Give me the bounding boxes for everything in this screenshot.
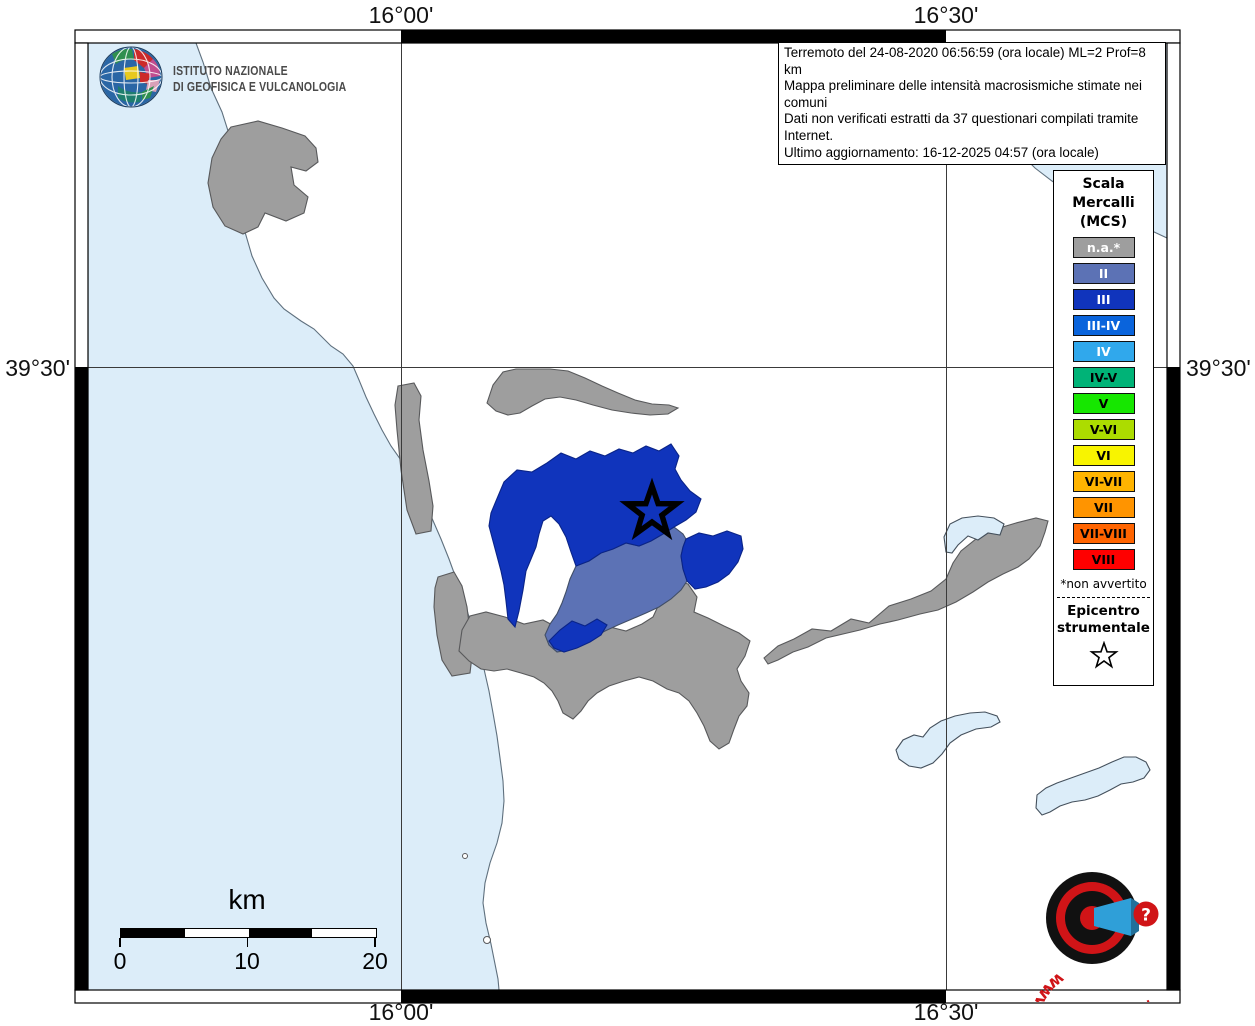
islet-small xyxy=(462,853,468,859)
scalebar-segment xyxy=(121,929,185,937)
mcs-scale-list: n.a.* II III III-IV IV IV-V V V-VI VI VI-VII VII VI… xyxy=(1054,237,1153,570)
mcs-swatch-VIII: VIII xyxy=(1072,549,1135,570)
ingv-logo-line2: DI GEOFISICA E VULCANOLOGIA xyxy=(173,80,347,94)
mcs-swatch-VII-VIII: VII-VIII xyxy=(1072,523,1135,544)
scalebar-tick xyxy=(374,938,376,947)
question-mark: ? xyxy=(1141,906,1151,926)
scalebar-segment xyxy=(312,929,376,937)
mcs-swatch-VII: VII xyxy=(1072,497,1135,518)
mcs-swatch-n.a.*: n.a.* xyxy=(1072,237,1135,258)
legend-divider xyxy=(1057,597,1150,598)
info-line-map: Mappa preliminare delle intensità macros… xyxy=(784,78,1142,110)
legend-epicenter-line1: Epicentro xyxy=(1067,603,1140,619)
scalebar-tick xyxy=(119,938,121,947)
mcs-swatch-III-IV: III-IV xyxy=(1072,315,1135,336)
mcs-swatch-V-VI: V-VI xyxy=(1072,419,1135,440)
legend-star-icon xyxy=(1088,640,1119,669)
axis-label-top-left: 16°00' xyxy=(368,2,434,28)
scalebar-tick xyxy=(246,938,249,947)
scalebar-segment xyxy=(248,929,313,937)
mcs-swatch-VI: VI xyxy=(1072,445,1135,466)
scalebar-label-0: 0 xyxy=(113,948,127,974)
scalebar-label-20: 20 xyxy=(362,948,388,974)
scalebar-label-10: 10 xyxy=(234,948,260,974)
mcs-swatch-V: V xyxy=(1072,393,1135,414)
islet-large xyxy=(483,936,491,944)
axis-label-top-right: 16°30' xyxy=(913,2,979,28)
axis-label-right: 39°30' xyxy=(1186,355,1251,381)
legend-title-line2: Mercalli xyxy=(1072,195,1135,211)
scalebar-segment xyxy=(184,929,249,937)
info-line-event: Terremoto del 24-08-2020 06:56:59 (ora l… xyxy=(784,45,1146,77)
legend-title-line1: Scala xyxy=(1082,176,1125,192)
scalebar xyxy=(120,928,377,938)
mcs-swatch-IV: IV xyxy=(1072,341,1135,362)
info-line-data: Dati non verificati estratti da 37 quest… xyxy=(784,111,1139,143)
earthquake-info-box: Terremoto del 24-08-2020 06:56:59 (ora l… xyxy=(778,42,1166,166)
ingv-globe-logo xyxy=(99,46,163,108)
legend-title-line3: (MCS) xyxy=(1079,214,1128,230)
scalebar-unit-label: km xyxy=(228,884,266,915)
mcs-legend: Scala Mercalli (MCS) n.a.* II III III-IV IV I… xyxy=(1053,170,1154,686)
legend-footnote: *non avvertito xyxy=(1060,577,1147,591)
mcs-swatch-II: II xyxy=(1072,263,1135,284)
info-line-updated: Ultimo aggiornamento: 16-12-2025 04:57 (… xyxy=(784,144,1099,160)
axis-label-left: 39°30' xyxy=(5,355,70,381)
legend-epicenter-line2: strumentale xyxy=(1057,620,1150,636)
earthquake-intensity-map-page: { "info_box": { "lines": [ "Terremoto de… xyxy=(0,0,1255,1025)
watermark-url-text: www.haisentitoilterremoto.it xyxy=(1026,969,1158,1002)
mcs-swatch-VI-VII: VI-VII xyxy=(1072,471,1135,492)
mcs-swatch-III: III xyxy=(1072,289,1135,310)
haisentitoilterremoto-logo: ? www.haisentitoilterremoto.it xyxy=(1026,872,1159,1002)
axis-label-bottom-right: 16°30' xyxy=(913,999,979,1025)
axis-label-bottom-left: 16°00' xyxy=(368,999,434,1025)
mcs-swatch-IV-V: IV-V xyxy=(1072,367,1135,388)
ingv-logo-line1: ISTITUTO NAZIONALE xyxy=(173,64,288,78)
ingv-logo-text: ISTITUTO NAZIONALE DI GEOFISICA E VULCAN… xyxy=(173,63,346,95)
